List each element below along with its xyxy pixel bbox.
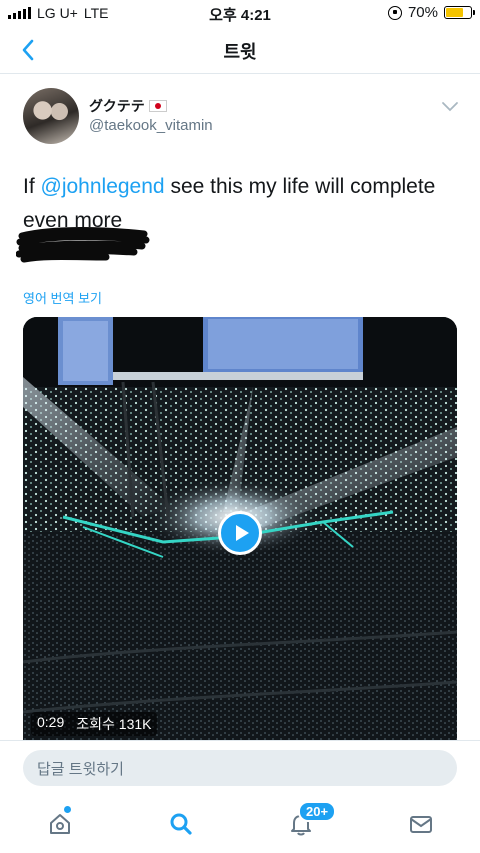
play-button[interactable] bbox=[218, 511, 262, 555]
tab-home[interactable] bbox=[40, 806, 80, 842]
japan-flag-icon bbox=[148, 100, 167, 112]
tweet-text-prefix: If bbox=[23, 175, 41, 198]
redaction-scribble bbox=[16, 227, 150, 263]
page-title: 트윗 bbox=[223, 42, 257, 62]
status-bar: LG U+ LTE 오후 4:21 70% bbox=[0, 0, 480, 26]
status-right: 70% bbox=[387, 4, 475, 21]
tab-messages[interactable] bbox=[401, 806, 441, 842]
search-icon bbox=[170, 813, 192, 835]
rotation-lock-icon bbox=[387, 5, 402, 20]
tweet-options-button[interactable] bbox=[440, 98, 460, 114]
notification-badge: 20+ bbox=[298, 801, 337, 822]
home-new-dot bbox=[64, 806, 71, 813]
chevron-down-icon bbox=[442, 102, 458, 112]
display-name-text: グクテテ bbox=[89, 98, 145, 114]
reply-bar: 답글 트윗하기 bbox=[0, 740, 480, 796]
tab-bar: 20+ bbox=[0, 796, 480, 853]
video-views: 조회수 131K bbox=[76, 716, 152, 732]
avatar[interactable] bbox=[23, 88, 79, 144]
mention-link[interactable]: @johnlegend bbox=[41, 175, 165, 198]
video-player[interactable]: 0:29 조회수 131K bbox=[23, 317, 457, 740]
tab-search[interactable] bbox=[161, 806, 201, 842]
video-duration: 0:29 bbox=[37, 714, 65, 730]
battery-percent: 70% bbox=[407, 4, 438, 21]
reply-input[interactable]: 답글 트윗하기 bbox=[23, 750, 457, 786]
translate-link[interactable]: 영어 번역 보기 bbox=[23, 288, 102, 307]
video-meta: 0:29 조회수 131K bbox=[31, 712, 158, 736]
battery-icon bbox=[444, 6, 475, 19]
nav-bar: 트윗 bbox=[0, 26, 480, 74]
battery-fill bbox=[446, 8, 463, 17]
mail-icon bbox=[410, 816, 432, 833]
home-icon bbox=[50, 814, 70, 834]
user-handle[interactable]: @taekook_vitamin bbox=[89, 117, 213, 134]
display-name[interactable]: グクテテ bbox=[89, 96, 167, 116]
